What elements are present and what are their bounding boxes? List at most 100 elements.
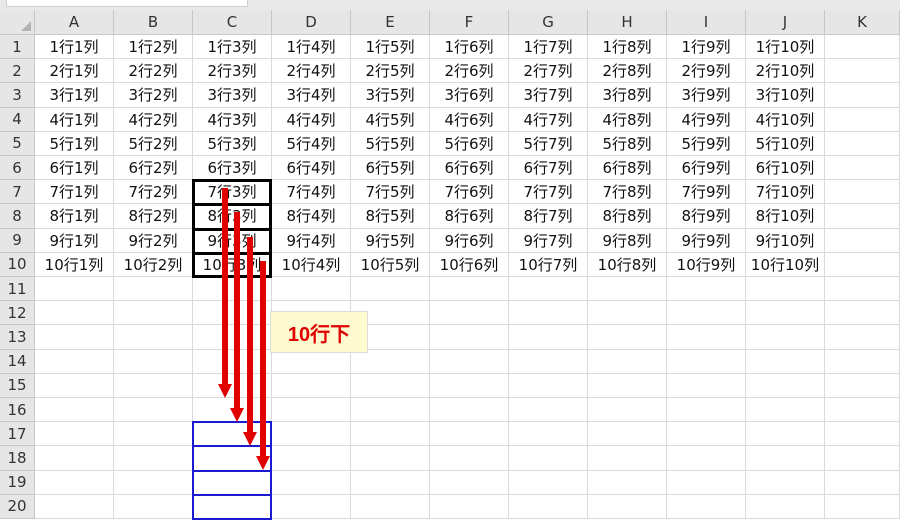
row-header-12[interactable]: 12 [0, 301, 35, 326]
cell-i13[interactable] [667, 325, 746, 350]
cell-i9[interactable]: 9行9列 [667, 228, 746, 253]
row-header-9[interactable]: 9 [0, 228, 35, 253]
cell-g3[interactable]: 3行7列 [509, 83, 588, 108]
cell-c4[interactable]: 4行3列 [193, 107, 272, 132]
cell-j7[interactable]: 7行10列 [746, 180, 825, 205]
row-header-2[interactable]: 2 [0, 59, 35, 84]
cell-j12[interactable] [746, 301, 825, 326]
cell-e19[interactable] [351, 470, 430, 495]
cell-e20[interactable] [351, 494, 430, 519]
cell-b7[interactable]: 7行2列 [114, 180, 193, 205]
cell-h5[interactable]: 5行8列 [588, 131, 667, 156]
cell-j5[interactable]: 5行10列 [746, 131, 825, 156]
column-header-e[interactable]: E [351, 10, 430, 35]
cell-a17[interactable] [35, 422, 114, 447]
cell-j2[interactable]: 2行10列 [746, 59, 825, 84]
cell-a11[interactable] [35, 277, 114, 302]
cell-d11[interactable] [272, 277, 351, 302]
cell-e14[interactable] [351, 349, 430, 374]
cell-f6[interactable]: 6行6列 [430, 156, 509, 181]
cell-i19[interactable] [667, 470, 746, 495]
cell-j10[interactable]: 10行10列 [746, 252, 825, 277]
cell-g20[interactable] [509, 494, 588, 519]
cell-h10[interactable]: 10行8列 [588, 252, 667, 277]
cell-g18[interactable] [509, 446, 588, 471]
cell-e15[interactable] [351, 373, 430, 398]
cell-g10[interactable]: 10行7列 [509, 252, 588, 277]
cell-i16[interactable] [667, 398, 746, 423]
row-header-14[interactable]: 14 [0, 349, 35, 374]
cell-f19[interactable] [430, 470, 509, 495]
cell-g19[interactable] [509, 470, 588, 495]
cell-b13[interactable] [114, 325, 193, 350]
cell-h8[interactable]: 8行8列 [588, 204, 667, 229]
cell-i18[interactable] [667, 446, 746, 471]
cell-b18[interactable] [114, 446, 193, 471]
cell-b3[interactable]: 3行2列 [114, 83, 193, 108]
cell-e18[interactable] [351, 446, 430, 471]
cell-j1[interactable]: 1行10列 [746, 35, 825, 60]
cell-b6[interactable]: 6行2列 [114, 156, 193, 181]
cell-d14[interactable] [272, 349, 351, 374]
cell-k12[interactable] [825, 301, 900, 326]
cell-k16[interactable] [825, 398, 900, 423]
cell-f1[interactable]: 1行6列 [430, 35, 509, 60]
cell-h2[interactable]: 2行8列 [588, 59, 667, 84]
cell-h3[interactable]: 3行8列 [588, 83, 667, 108]
cell-b12[interactable] [114, 301, 193, 326]
cell-i3[interactable]: 3行9列 [667, 83, 746, 108]
cell-b10[interactable]: 10行2列 [114, 252, 193, 277]
cell-b20[interactable] [114, 494, 193, 519]
cell-a5[interactable]: 5行1列 [35, 131, 114, 156]
cell-d3[interactable]: 3行4列 [272, 83, 351, 108]
cell-b8[interactable]: 8行2列 [114, 204, 193, 229]
cell-c11[interactable] [193, 277, 272, 302]
cell-k11[interactable] [825, 277, 900, 302]
cell-d4[interactable]: 4行4列 [272, 107, 351, 132]
cell-f13[interactable] [430, 325, 509, 350]
cell-i8[interactable]: 8行9列 [667, 204, 746, 229]
cell-k6[interactable] [825, 156, 900, 181]
cell-g16[interactable] [509, 398, 588, 423]
cell-h17[interactable] [588, 422, 667, 447]
cell-f4[interactable]: 4行6列 [430, 107, 509, 132]
cell-e3[interactable]: 3行5列 [351, 83, 430, 108]
row-header-19[interactable]: 19 [0, 470, 35, 495]
column-header-a[interactable]: A [35, 10, 114, 35]
cell-f5[interactable]: 5行6列 [430, 131, 509, 156]
cell-c13[interactable] [193, 325, 272, 350]
cell-a7[interactable]: 7行1列 [35, 180, 114, 205]
cell-i4[interactable]: 4行9列 [667, 107, 746, 132]
cell-d19[interactable] [272, 470, 351, 495]
cell-g11[interactable] [509, 277, 588, 302]
cell-i20[interactable] [667, 494, 746, 519]
cell-b17[interactable] [114, 422, 193, 447]
cell-f15[interactable] [430, 373, 509, 398]
cell-c6[interactable]: 6行3列 [193, 156, 272, 181]
cell-i10[interactable]: 10行9列 [667, 252, 746, 277]
cell-b11[interactable] [114, 277, 193, 302]
cell-a14[interactable] [35, 349, 114, 374]
cell-f3[interactable]: 3行6列 [430, 83, 509, 108]
cell-k18[interactable] [825, 446, 900, 471]
cell-j11[interactable] [746, 277, 825, 302]
cell-h11[interactable] [588, 277, 667, 302]
cell-j18[interactable] [746, 446, 825, 471]
cell-f10[interactable]: 10行6列 [430, 252, 509, 277]
cell-k9[interactable] [825, 228, 900, 253]
cell-j14[interactable] [746, 349, 825, 374]
cell-k10[interactable] [825, 252, 900, 277]
cell-k8[interactable] [825, 204, 900, 229]
row-header-15[interactable]: 15 [0, 373, 35, 398]
cell-g17[interactable] [509, 422, 588, 447]
cell-h4[interactable]: 4行8列 [588, 107, 667, 132]
cell-k17[interactable] [825, 422, 900, 447]
cell-e11[interactable] [351, 277, 430, 302]
row-header-5[interactable]: 5 [0, 131, 35, 156]
cell-h16[interactable] [588, 398, 667, 423]
cell-b2[interactable]: 2行2列 [114, 59, 193, 84]
cell-e1[interactable]: 1行5列 [351, 35, 430, 60]
cell-c12[interactable] [193, 301, 272, 326]
cell-d5[interactable]: 5行4列 [272, 131, 351, 156]
cell-g8[interactable]: 8行7列 [509, 204, 588, 229]
